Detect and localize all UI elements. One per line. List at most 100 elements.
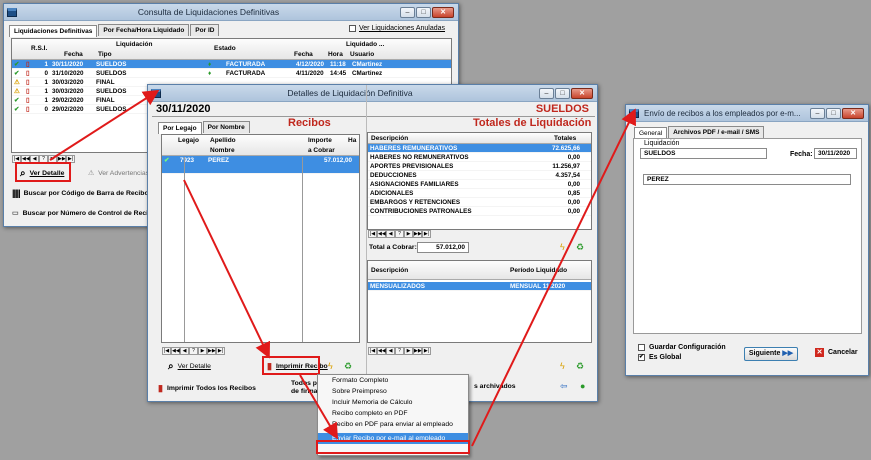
menu-item[interactable]: Sobre Preimpreso: [318, 386, 468, 397]
tab-por-id[interactable]: Por ID: [190, 24, 220, 36]
minimize-icon[interactable]: –: [539, 87, 554, 99]
totales-title: Totales de Liquidación: [473, 117, 592, 129]
totales-row[interactable]: ASIGNACIONES FAMILIARES 0,00: [368, 180, 591, 189]
menu-item[interactable]: Formato Completo: [318, 375, 468, 386]
nav-help[interactable]: ?: [395, 230, 404, 238]
forward-icon: ▶▶: [782, 350, 794, 357]
nav-next[interactable]: ▶: [404, 230, 413, 238]
totales-row[interactable]: EMBARGOS Y RETENCIONES 0,00: [368, 198, 591, 207]
barcode-icon: |||||: [12, 188, 21, 198]
menu-item[interactable]: Recibo completo en PDF: [318, 408, 468, 419]
nav-next-page[interactable]: ▶▶: [413, 347, 422, 355]
nav-help[interactable]: ?: [189, 347, 198, 355]
refresh-icon[interactable]: ♻: [576, 242, 584, 253]
tab-por-fecha-hora[interactable]: Por Fecha/Hora Liquidado: [98, 24, 190, 36]
maximize-icon[interactable]: □: [826, 107, 841, 119]
nav-prev[interactable]: ◀: [386, 230, 395, 238]
title-bar[interactable]: Consulta de Liquidaciones Definitivas – □…: [4, 4, 458, 21]
export-icon[interactable]: ⇦: [560, 381, 568, 392]
totales-row[interactable]: HABERES NO REMUNERATIVOS 0,00: [368, 153, 591, 162]
doc-icon: ▯: [26, 87, 30, 95]
close-icon[interactable]: ✕: [432, 6, 454, 18]
tab-liquidaciones-definitivas[interactable]: Liquidaciones Definitivas: [9, 25, 98, 37]
cancelar-button[interactable]: ✕ Cancelar: [815, 348, 858, 357]
recibos-navigator: |◀ ◀◀ ◀? ▶ ▶▶ ▶|: [162, 347, 225, 355]
magnifier-icon: ⌕: [168, 361, 174, 372]
totales-navigator: |◀ ◀◀ ◀? ▶ ▶▶ ▶|: [368, 230, 431, 238]
nav-next-page[interactable]: ▶▶: [207, 347, 216, 355]
app-icon: [629, 108, 639, 118]
doc-icon: ▯: [26, 60, 30, 68]
lightning-icon[interactable]: ϟ: [560, 361, 565, 371]
es-global-checkbox[interactable]: ✔ Es Global: [638, 354, 681, 361]
ver-detalle-highlight: [15, 162, 71, 182]
factura-icon: ♦: [208, 69, 212, 77]
minimize-icon[interactable]: –: [810, 107, 825, 119]
grid-header: Legajo Apellido Nombre Importe a Cobrar …: [162, 135, 359, 156]
nav-last[interactable]: ▶|: [216, 347, 225, 355]
maximize-icon[interactable]: □: [416, 6, 431, 18]
nav-prev[interactable]: ◀: [386, 347, 395, 355]
totales-row[interactable]: APORTES PREVISIONALES 11.256,97: [368, 162, 591, 171]
nav-first[interactable]: |◀: [162, 347, 171, 355]
status-icon: ✔: [14, 105, 20, 113]
title-bar[interactable]: Detalles de Liquidación Definitiva – □ ✕: [148, 85, 597, 102]
periodo-grid: Descripción Período Liquidado MENSUALIZA…: [367, 260, 592, 343]
ver-advertencias-button[interactable]: ⚠ Ver Advertencias: [88, 169, 149, 178]
periodo-row[interactable]: MENSUALIZADOS MENSUAL 11/2020: [368, 282, 591, 291]
nav-prev-page[interactable]: ◀◀: [377, 230, 386, 238]
title-bar[interactable]: Envío de recibos a los empleados por e-m…: [626, 105, 868, 122]
nav-prev[interactable]: ◀: [180, 347, 189, 355]
refresh-icon[interactable]: ♻: [576, 361, 584, 372]
doc-icon: ▯: [26, 105, 30, 113]
lightning-icon[interactable]: ϟ: [328, 361, 333, 371]
recibo-row[interactable]: ✔ 7923 PEREZ 57.012,00: [162, 156, 359, 174]
nav-next-page[interactable]: ▶▶: [413, 230, 422, 238]
status-icon: ✔: [14, 69, 20, 77]
refresh-icon[interactable]: ♻: [344, 361, 352, 372]
minimize-icon[interactable]: –: [400, 6, 415, 18]
nav-next[interactable]: ▶: [198, 347, 207, 355]
nav-prev-page[interactable]: ◀◀: [171, 347, 180, 355]
nav-help[interactable]: ?: [395, 347, 404, 355]
fecha-label: Fecha:: [790, 151, 813, 158]
maximize-icon[interactable]: □: [555, 87, 570, 99]
close-icon[interactable]: ✕: [842, 107, 864, 119]
factura-icon: ♦: [208, 60, 212, 68]
status-icon: ✔: [14, 96, 20, 104]
menu-item[interactable]: Incluir Memoria de Cálculo: [318, 397, 468, 408]
siguiente-button[interactable]: Siguiente ▶▶: [744, 347, 798, 361]
nav-first[interactable]: |◀: [368, 230, 377, 238]
nav-prev-page[interactable]: ◀◀: [377, 347, 386, 355]
buscar-numero-control-button[interactable]: ▭ Buscar por Número de Control de Recib: [12, 209, 152, 218]
menu-item[interactable]: Recibo en PDF para enviar al empleado: [318, 419, 468, 430]
totales-row[interactable]: DEDUCCIONES 4.357,54: [368, 171, 591, 180]
nav-last[interactable]: ▶|: [422, 230, 431, 238]
imprimir-todos-button[interactable]: ▮ Imprimir Todos los Recibos: [158, 383, 256, 394]
nav-next[interactable]: ▶: [404, 347, 413, 355]
totales-row[interactable]: CONTRIBUCIONES PATRONALES 0,00: [368, 207, 591, 216]
periodo-navigator: |◀ ◀◀ ◀? ▶ ▶▶ ▶|: [368, 347, 431, 355]
nav-first[interactable]: |◀: [368, 347, 377, 355]
checked-icon: ✔: [638, 354, 645, 361]
empleado-field[interactable]: PEREZ: [643, 174, 851, 185]
table-row[interactable]: ✔ ▯ 0 31/10/2020 SUELDOS ♦ FACTURADA 4/11/2020 1…: [12, 69, 451, 78]
ver-anuladas-checkbox[interactable]: Ver Liquidaciones Anuladas: [349, 25, 445, 32]
close-icon[interactable]: ✕: [571, 87, 593, 99]
tab-por-legajo[interactable]: Por Legajo: [158, 122, 202, 134]
totales-row[interactable]: ADICIONALES 0,85: [368, 189, 591, 198]
window-title: Consulta de Liquidaciones Definitivas: [137, 7, 280, 17]
totales-row[interactable]: HABERES REMUNERATIVOS 72.625,66: [368, 144, 591, 153]
table-row[interactable]: ✔ ▯ 1 30/11/2020 SUELDOS ♦ FACTURADA 4/12/2020 1…: [12, 60, 451, 69]
guardar-configuracion-checkbox[interactable]: Guardar Configuración: [638, 344, 726, 351]
buscar-codigo-barra-button[interactable]: ||||| Buscar por Código de Barra de Recib…: [12, 188, 149, 198]
warning-icon: ⚠: [88, 170, 95, 177]
ver-detalle-recibo-button[interactable]: ⌕ Ver Detalle: [168, 361, 211, 372]
nav-last[interactable]: ▶|: [422, 347, 431, 355]
doc-icon: ▯: [26, 96, 30, 104]
tab-por-nombre[interactable]: Por Nombre: [202, 121, 250, 133]
fecha-field: 30/11/2020: [814, 148, 857, 159]
lightning-icon[interactable]: ϟ: [560, 242, 565, 252]
help-icon[interactable]: ●: [580, 381, 585, 391]
tab-archivos-pdf[interactable]: Archivos PDF / e-mail / SMS: [668, 126, 765, 138]
